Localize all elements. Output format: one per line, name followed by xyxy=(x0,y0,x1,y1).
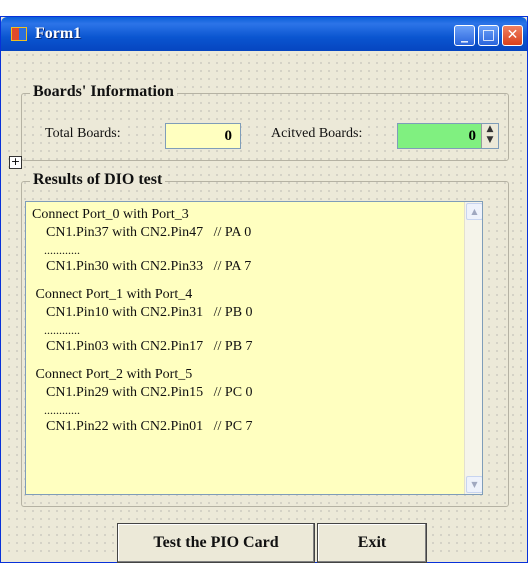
exit-button[interactable]: Exit xyxy=(317,523,427,563)
window-title: Form1 xyxy=(35,25,82,42)
form-client-area: Boards' Information Total Boards: 0 Acit… xyxy=(5,51,523,563)
result-line xyxy=(32,356,456,366)
result-line xyxy=(32,276,456,286)
dio-results-title: Results of DIO test xyxy=(30,171,166,189)
app-icon[interactable] xyxy=(11,27,27,41)
title-bar[interactable]: Form1 _ □ ✕ xyxy=(1,17,527,51)
active-boards-spinner[interactable]: 0 ▲ ▼ xyxy=(397,123,499,149)
result-line: CN1.Pin03 with CN2.Pin17 // PB 7 xyxy=(32,339,253,354)
result-line: CN1.Pin10 with CN2.Pin31 // PB 0 xyxy=(32,305,253,320)
close-button[interactable]: ✕ xyxy=(502,25,523,46)
result-line: ............ xyxy=(32,403,80,417)
test-pio-card-label: Test the PIO Card xyxy=(153,534,279,551)
result-line: ............ xyxy=(32,243,80,257)
result-line: CN1.Pin22 with CN2.Pin01 // PC 7 xyxy=(32,419,253,434)
boards-info-title: Boards' Information xyxy=(30,83,177,101)
result-line: CN1.Pin37 with CN2.Pin47 // PA 0 xyxy=(32,225,252,240)
minimize-button[interactable]: _ xyxy=(454,25,475,46)
results-text: Connect Port_0 with Port_3 CN1.Pin37 wit… xyxy=(26,202,462,494)
result-line: ............ xyxy=(32,323,80,337)
exit-label: Exit xyxy=(357,534,387,551)
maximize-button[interactable]: □ xyxy=(478,25,499,46)
test-pio-card-button[interactable]: Test the PIO Card xyxy=(117,523,315,563)
vertical-scrollbar[interactable]: ▲ ▼ xyxy=(464,202,482,494)
result-line: CN1.Pin30 with CN2.Pin33 // PA 7 xyxy=(32,259,252,274)
total-boards-label: Total Boards: xyxy=(43,126,123,142)
result-line: Connect Port_1 with Port_4 xyxy=(32,287,193,302)
scroll-down-icon[interactable]: ▼ xyxy=(466,476,482,493)
result-line: Connect Port_0 with Port_3 xyxy=(32,207,189,222)
move-handle-icon[interactable]: + xyxy=(9,156,22,169)
form1-window: Form1 _ □ ✕ Boards' Information Total Bo… xyxy=(0,16,528,563)
total-boards-field[interactable]: 0 xyxy=(165,123,241,149)
scroll-up-icon[interactable]: ▲ xyxy=(466,203,482,220)
spinner-arrows-icon[interactable]: ▲ ▼ xyxy=(481,124,498,148)
result-line: CN1.Pin29 with CN2.Pin15 // PC 0 xyxy=(32,385,253,400)
result-line: Connect Port_2 with Port_5 xyxy=(32,367,193,382)
active-boards-value: 0 xyxy=(468,128,477,144)
active-boards-label: Acitved Boards: xyxy=(269,126,365,142)
dio-results-textarea[interactable]: Connect Port_0 with Port_3 CN1.Pin37 wit… xyxy=(25,201,483,495)
